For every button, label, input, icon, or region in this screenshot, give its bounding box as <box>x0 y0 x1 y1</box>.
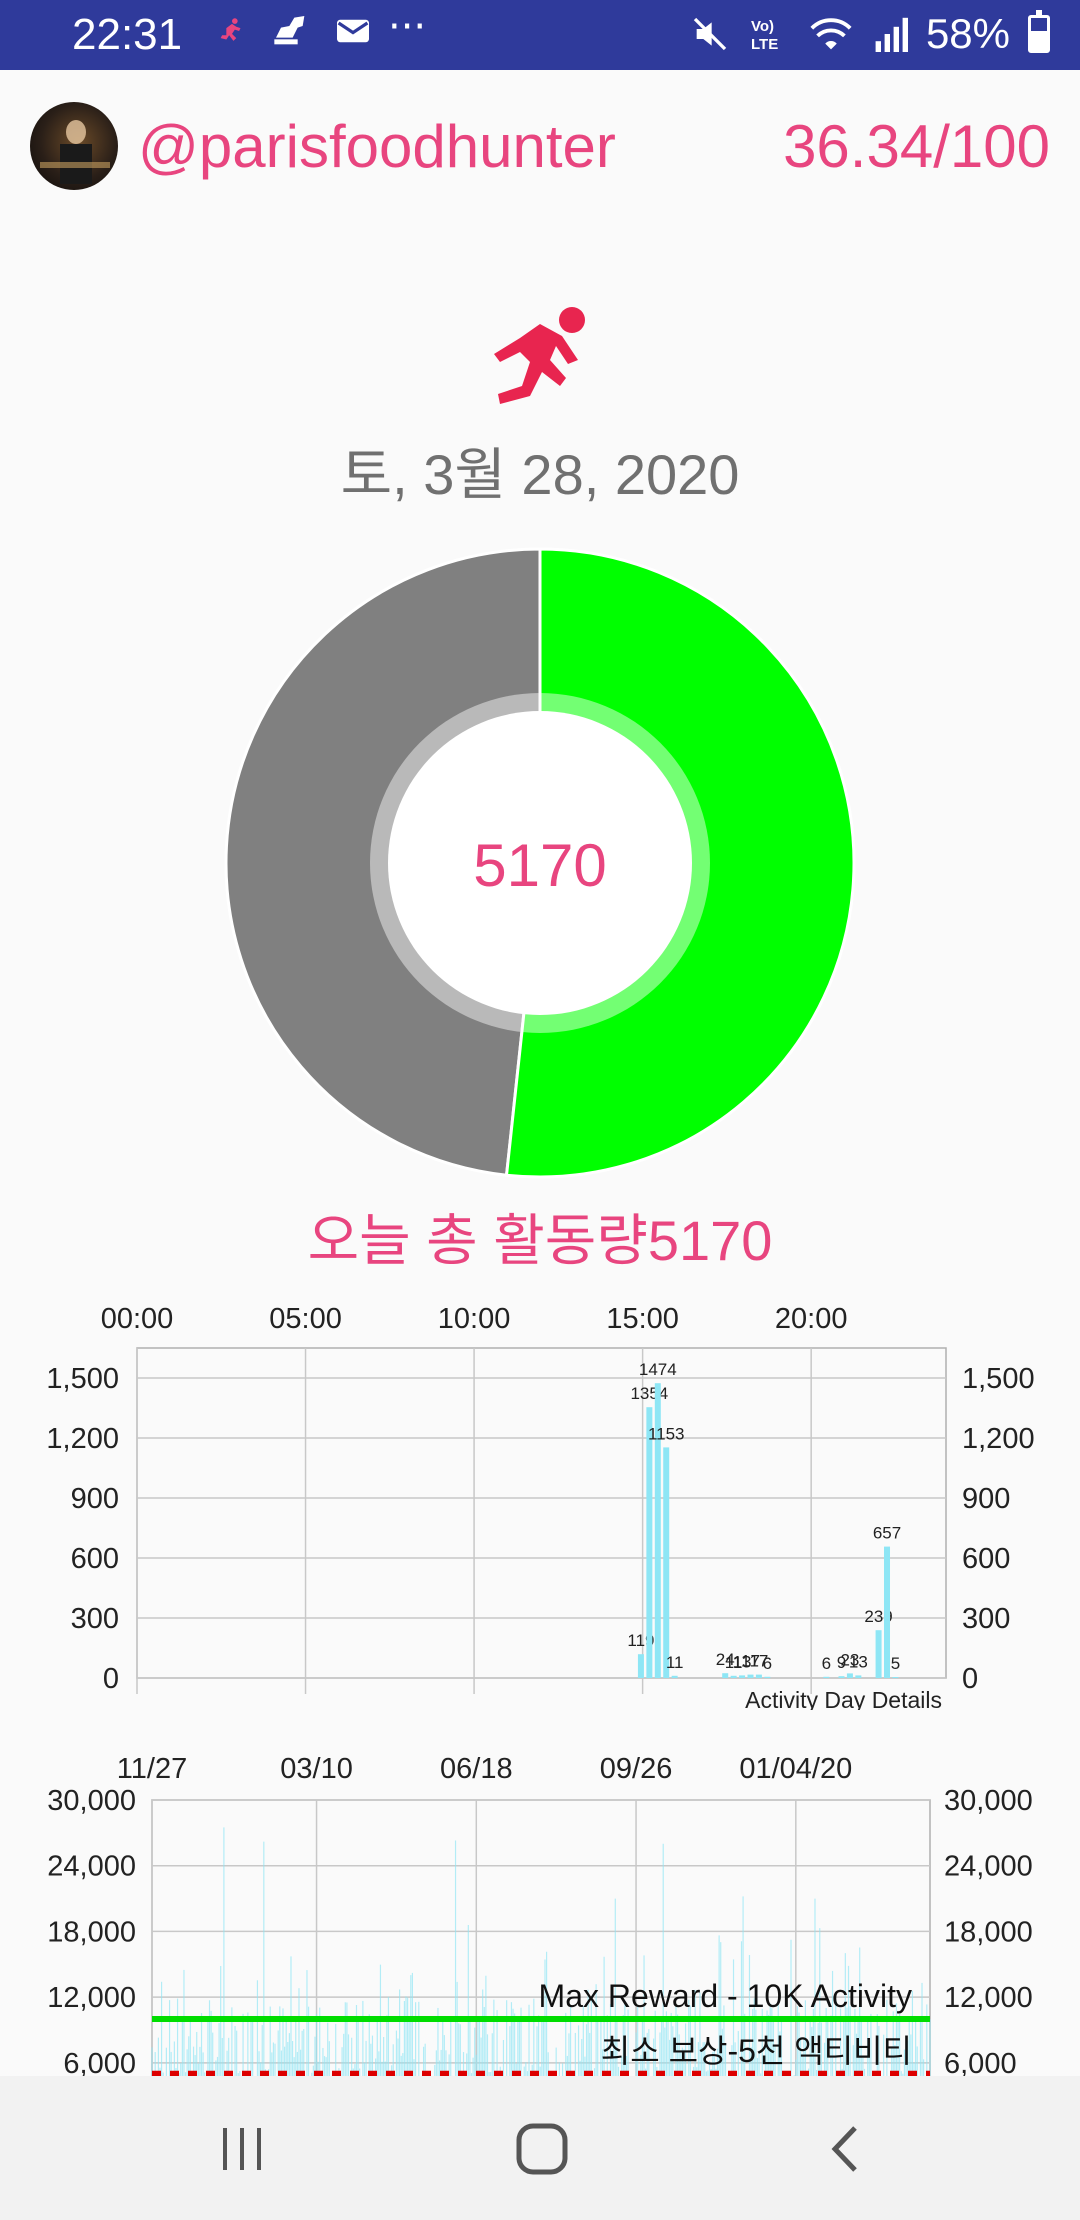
avatar[interactable] <box>30 102 118 190</box>
chart-bar <box>884 1546 891 1678</box>
chart-bar <box>838 1676 845 1678</box>
y-tick-label-left: 18,000 <box>47 1916 136 1948</box>
y-tick-label-right: 0 <box>962 1663 978 1695</box>
y-tick-label-left: 6,000 <box>63 2048 136 2076</box>
y-tick-label-right: 18,000 <box>944 1916 1033 1948</box>
x-tick-label: 01/04/20 <box>739 1753 852 1785</box>
home-icon <box>516 2123 568 2175</box>
status-system-icons: Vo) LTE 58% <box>690 10 1050 58</box>
y-tick-label-left: 0 <box>103 1663 119 1695</box>
chart-bar <box>747 1674 754 1678</box>
signal-icon <box>875 17 908 52</box>
avatar-image <box>40 120 110 184</box>
y-tick-label-right: 1,500 <box>962 1363 1035 1395</box>
y-tick-label-right: 900 <box>962 1483 1010 1515</box>
bar-value-label: 657 <box>873 1524 901 1543</box>
svg-text:LTE: LTE <box>751 36 778 53</box>
date-label: 토, 3월 28, 2020 <box>340 443 740 506</box>
chart-bar <box>855 1675 862 1678</box>
home-button[interactable] <box>502 2114 582 2184</box>
x-tick-label: 20:00 <box>775 1303 848 1335</box>
y-tick-label-left: 300 <box>71 1603 119 1635</box>
runner-icon <box>494 307 585 404</box>
chart-bar <box>875 1630 882 1678</box>
bar-value-label: 11 <box>666 1653 684 1672</box>
x-tick-label: 15:00 <box>606 1303 679 1335</box>
volte-icon: Vo)LTE <box>751 18 778 53</box>
y-tick-label-left: 24,000 <box>47 1851 136 1883</box>
bar-value-label: 6 <box>822 1654 831 1673</box>
chart-bar <box>739 1675 746 1678</box>
battery-fill <box>1031 31 1047 50</box>
status-time: 22:31 <box>72 10 183 59</box>
battery-percent: 58% <box>925 10 1010 57</box>
chart-bar <box>764 1676 771 1678</box>
mail-icon <box>337 19 369 43</box>
y-tick-label-right: 300 <box>962 1603 1010 1635</box>
limit-line-label: Max Reward - 10K Activity <box>539 1978 912 2014</box>
limit-line-label: 최소 보상-5천 액티비티 <box>601 2033 912 2069</box>
y-tick-label-right: 24,000 <box>944 1851 1033 1883</box>
y-tick-label-right: 30,000 <box>944 1785 1033 1817</box>
battery-icon <box>1028 10 1050 53</box>
y-tick-label-left: 1,500 <box>46 1363 119 1395</box>
y-tick-label-right: 1,200 <box>962 1423 1035 1455</box>
donut-center-value: 5170 <box>473 832 606 899</box>
bar-value-label: 1354 <box>630 1384 668 1403</box>
bar-value-label: 13 <box>849 1652 868 1671</box>
chart-bar <box>663 1447 670 1678</box>
score: 36.34/100 <box>783 113 1050 180</box>
broom-icon <box>274 16 305 45</box>
x-tick-label: 05:00 <box>269 1303 342 1335</box>
history-activity-chart[interactable]: 6,000 6,000 12,000 12,000 18,000 18,000 24,000… <box>0 1738 1080 2076</box>
chart-bar <box>892 1677 899 1678</box>
username[interactable]: @parisfoodhunter <box>138 112 616 181</box>
svg-text:Vo): Vo) <box>751 18 774 35</box>
chart-bar <box>637 1654 644 1678</box>
y-tick-label-right: 600 <box>962 1543 1010 1575</box>
x-tick-label: 09/26 <box>600 1753 673 1785</box>
chart-bar <box>755 1674 762 1678</box>
status-bar: 22:31 ··· Vo) LTE 58% <box>0 0 1080 70</box>
x-tick-label: 00:00 <box>101 1303 174 1335</box>
chart-bar <box>823 1676 830 1678</box>
runner-icon <box>220 18 241 41</box>
y-tick-label-left: 600 <box>71 1543 119 1575</box>
x-tick-label: 06/18 <box>440 1753 513 1785</box>
chart-bar <box>722 1673 729 1678</box>
status-notification-icons <box>215 14 373 48</box>
day-activity-chart[interactable]: 0 0 300 300 600 600 900 900 1,200 1,200 1,500 1,500… <box>0 1290 1080 1710</box>
navigation-bar <box>0 2076 1080 2220</box>
bar-value-label: 6 <box>763 1654 772 1673</box>
y-tick-label-left: 12,000 <box>47 1982 136 2014</box>
y-tick-label-right: 12,000 <box>944 1982 1033 2014</box>
chart-description: Activity Day Details <box>745 1687 942 1710</box>
recent-apps-button[interactable] <box>202 2114 282 2184</box>
x-tick-label: 03/10 <box>280 1753 353 1785</box>
x-tick-label: 11/27 <box>117 1753 187 1785</box>
y-tick-label-left: 30,000 <box>47 1785 136 1817</box>
y-tick-label-right: 6,000 <box>944 2048 1017 2076</box>
chart-bar <box>671 1675 678 1678</box>
back-button[interactable] <box>806 2114 886 2184</box>
back-icon <box>831 2126 857 2172</box>
bar-value-label: 1153 <box>648 1424 685 1443</box>
x-tick-label: 10:00 <box>438 1303 511 1335</box>
activity-donut[interactable]: 5170 <box>223 546 857 1180</box>
y-tick-label-left: 1,200 <box>46 1423 119 1455</box>
bar-value-label: 5 <box>891 1654 900 1673</box>
chart-plot-area <box>136 1347 947 1679</box>
more-dots-icon: ··· <box>388 4 427 50</box>
mute-icon <box>693 17 727 51</box>
wifi-icon <box>810 18 852 50</box>
chart-bar <box>646 1407 653 1678</box>
y-tick-label-left: 900 <box>71 1483 119 1515</box>
recent-apps-icon <box>223 2128 261 2170</box>
total-activity-label: 오늘 총 활동량5170 <box>307 1209 773 1272</box>
bar-value-label: 1474 <box>639 1360 677 1379</box>
chart-bar <box>730 1675 737 1678</box>
chart-bar <box>846 1673 853 1678</box>
